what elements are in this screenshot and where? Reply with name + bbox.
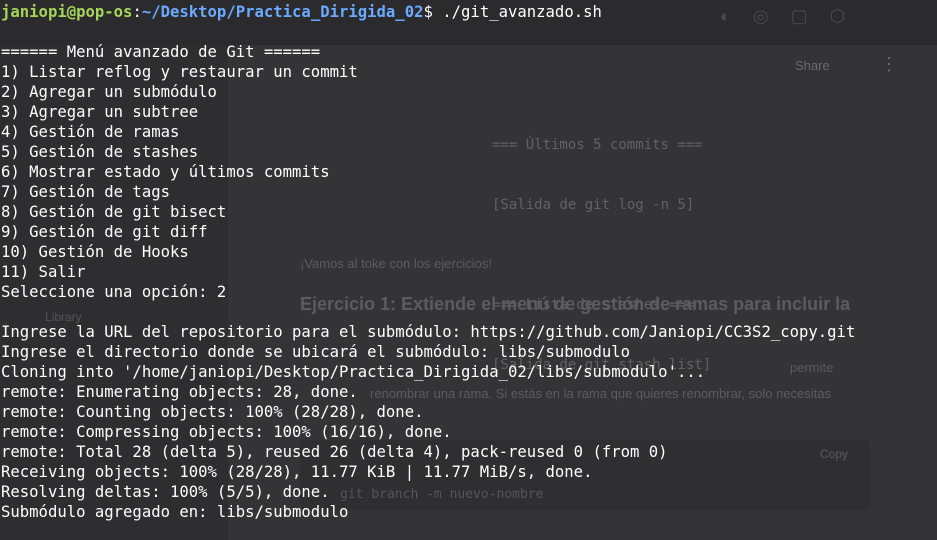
git-output-line: remote: Enumerating objects: 28, done.: [1, 383, 358, 401]
prompt-user-host: janiopi@pop-os: [1, 3, 133, 21]
git-output-line: remote: Total 28 (delta 5), reused 26 (d…: [1, 443, 668, 461]
menu-option: 9) Gestión de git diff: [1, 223, 208, 241]
result-line: Submódulo agregado en: libs/submodulo: [1, 503, 349, 521]
terminal-window[interactable]: janiopi@pop-os:~/Desktop/Practica_Dirigi…: [0, 0, 937, 540]
menu-option: 10) Gestión de Hooks: [1, 243, 189, 261]
menu-title: ====== Menú avanzado de Git ======: [1, 43, 321, 61]
prompt-symbol: $: [423, 3, 443, 21]
prompt-line: janiopi@pop-os:~/Desktop/Practica_Dirigi…: [1, 2, 602, 22]
prompt-command: ./git_avanzado.sh: [442, 3, 602, 21]
prompt-path: ~/Desktop/Practica_Dirigida_02: [141, 3, 424, 21]
selection-prompt: Seleccione una opción: 2: [1, 283, 227, 301]
menu-option: 3) Agregar un subtree: [1, 103, 199, 121]
menu-option: 2) Agregar un submódulo: [1, 83, 217, 101]
menu-option: 6) Mostrar estado y últimos commits: [1, 163, 330, 181]
url-prompt: Ingrese la URL del repositorio para el s…: [1, 323, 856, 341]
screen: ◐◎▢⬡ Share ⋮ === Últimos 5 commits === […: [0, 0, 937, 540]
git-output-line: Cloning into '/home/janiopi/Desktop/Prac…: [1, 363, 706, 381]
menu-option: 11) Salir: [1, 263, 86, 281]
directory-prompt: Ingrese el directorio donde se ubicará e…: [1, 343, 631, 361]
git-output-line: Resolving deltas: 100% (5/5), done.: [1, 483, 330, 501]
git-output-line: remote: Compressing objects: 100% (16/16…: [1, 423, 452, 441]
git-output-line: remote: Counting objects: 100% (28/28), …: [1, 403, 424, 421]
menu-option: 7) Gestión de tags: [1, 183, 170, 201]
menu-option: 5) Gestión de stashes: [1, 143, 199, 161]
menu-option: 1) Listar reflog y restaurar un commit: [1, 63, 358, 81]
git-output-line: Receiving objects: 100% (28/28), 11.77 K…: [1, 463, 593, 481]
menu-option: 4) Gestión de ramas: [1, 123, 180, 141]
menu-option: 8) Gestión de git bisect: [1, 203, 227, 221]
prompt-separator: :: [132, 3, 142, 21]
